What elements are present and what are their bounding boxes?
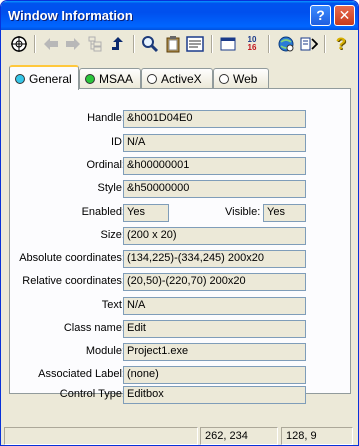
hex-icon[interactable]: 10 16: [242, 34, 262, 54]
tab-web[interactable]: Web: [213, 68, 269, 88]
associated-label-field[interactable]: (none): [123, 366, 306, 384]
status-pane-screen-coords: 262, 234: [200, 427, 278, 445]
module-row: Module: Project1.exe: [10, 343, 352, 361]
size-label: Size:: [100, 229, 125, 241]
id-row: ID: N/A: [10, 134, 352, 152]
absolute-coordinates-label: Absolute coordinates:: [19, 252, 125, 264]
status-pane-message: [4, 427, 198, 445]
ordinal-label: Ordinal:: [86, 159, 125, 171]
status-pane-client-coords: 128, 9: [281, 427, 353, 445]
ordinal-row: Ordinal: &h00000001: [10, 157, 352, 175]
control-type-label: Control Type:: [59, 388, 125, 400]
enabled-field[interactable]: Yes: [123, 204, 169, 222]
class-name-row: Class name: Edit: [10, 320, 352, 338]
tab-general[interactable]: General: [9, 65, 79, 90]
toolbar-separator: [133, 35, 135, 53]
tab-msaa[interactable]: MSAA: [79, 68, 141, 88]
text-label: Text:: [101, 299, 125, 311]
style-row: Style: &h50000000: [10, 180, 352, 198]
help-title-button[interactable]: ?: [310, 5, 331, 26]
module-field[interactable]: Project1.exe: [123, 343, 306, 361]
close-button[interactable]: ✕: [334, 5, 355, 26]
toolbar-separator: [34, 35, 36, 53]
help-icon[interactable]: ?: [331, 34, 351, 54]
text-row: Text: N/A: [10, 297, 352, 315]
toolbar-separator: [268, 35, 270, 53]
status-dot-icon: [85, 73, 95, 84]
style-field[interactable]: &h50000000: [123, 180, 306, 198]
tab-label: MSAA: [99, 71, 134, 86]
absolute-coordinates-field[interactable]: (134,225)-(334,245) 200x20: [123, 250, 306, 268]
find-icon[interactable]: [140, 34, 160, 54]
tab-label: General: [29, 71, 72, 86]
text-field[interactable]: N/A: [123, 297, 306, 315]
style-label: Style:: [97, 182, 125, 194]
window-icon[interactable]: [218, 34, 238, 54]
relative-coordinates-label: Relative coordinates:: [22, 275, 125, 287]
clipboard-icon[interactable]: [163, 34, 183, 54]
radio-icon: [147, 73, 157, 84]
title-bar[interactable]: Window Information ? ✕: [1, 1, 358, 30]
forward-arrow-icon[interactable]: [63, 34, 83, 54]
ordinal-field[interactable]: &h00000001: [123, 157, 306, 175]
crosshair-icon[interactable]: [9, 34, 29, 54]
tab-strip: General MSAA ActiveX Web: [9, 65, 349, 90]
code-icon[interactable]: [299, 34, 319, 54]
size-field[interactable]: (200 x 20): [123, 227, 306, 245]
control-type-field[interactable]: Editbox: [123, 386, 306, 404]
id-field[interactable]: N/A: [123, 134, 306, 152]
relative-coordinates-row: Relative coordinates: (20,50)-(220,70) 2…: [10, 273, 352, 291]
enabled-visible-row: Enabled: Yes Visible: Yes: [10, 204, 352, 222]
visible-field[interactable]: Yes: [263, 204, 306, 222]
window-information-dialog: Window Information ? ✕ 10 16 ? General M…: [0, 0, 359, 446]
report-icon[interactable]: [185, 34, 205, 54]
toolbar-separator: [324, 35, 326, 53]
radio-icon: [219, 73, 229, 84]
associated-label-row: Associated Label: (none): [10, 366, 352, 384]
status-bar: 262, 234 128, 9: [4, 427, 355, 445]
toolbar-separator: [211, 35, 213, 53]
visible-label: Visible:: [225, 206, 261, 218]
status-dot-icon: [15, 73, 25, 84]
handle-field[interactable]: &h001D04E0: [123, 110, 306, 128]
general-panel: Handle: &h001D04E0 ID: N/A Ordinal: &h00…: [9, 88, 352, 404]
tab-label: Web: [233, 71, 258, 86]
back-arrow-icon[interactable]: [41, 34, 61, 54]
tab-activex[interactable]: ActiveX: [141, 68, 213, 88]
toolbar: 10 16 ?: [4, 32, 355, 58]
enabled-label: Enabled:: [81, 206, 125, 218]
handle-row: Handle: &h001D04E0: [10, 110, 352, 128]
absolute-coordinates-row: Absolute coordinates: (134,225)-(334,245…: [10, 250, 352, 268]
module-label: Module:: [85, 345, 125, 357]
relative-coordinates-field[interactable]: (20,50)-(220,70) 200x20: [123, 273, 306, 291]
associated-label-label: Associated Label:: [38, 368, 125, 380]
control-type-row: Control Type: Editbox: [10, 386, 352, 404]
tree-icon[interactable]: [85, 34, 105, 54]
class-name-field[interactable]: Edit: [123, 320, 306, 338]
hex-icon-bottom: 16: [247, 43, 257, 52]
up-arrow-icon[interactable]: [108, 34, 128, 54]
class-name-label: Class name:: [63, 322, 125, 334]
refresh-globe-icon[interactable]: [276, 34, 296, 54]
size-row: Size: (200 x 20): [10, 227, 352, 245]
handle-label: Handle:: [87, 112, 125, 124]
window-title: Window Information: [8, 8, 133, 23]
tab-label: ActiveX: [161, 71, 202, 86]
